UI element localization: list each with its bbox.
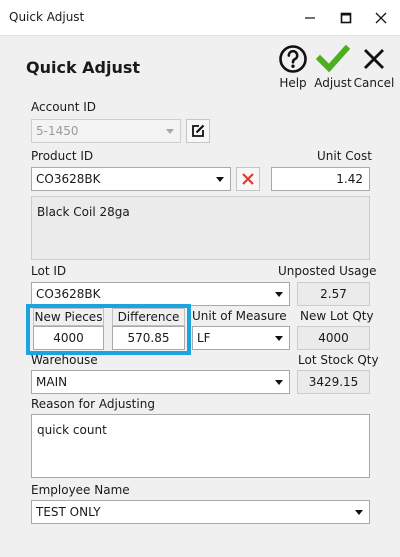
chevron-down-icon (275, 336, 283, 341)
product-description-text: Black Coil 28ga (37, 205, 130, 219)
new-lot-qty-field: 4000 (297, 326, 370, 350)
new-pieces-value: 4000 (53, 331, 84, 345)
unit-cost-value: 1.42 (336, 172, 363, 186)
minimize-icon[interactable] (297, 5, 323, 31)
lot-stock-qty-field: 3429.15 (297, 370, 370, 394)
lot-stock-qty-value: 3429.15 (308, 375, 359, 389)
page-title: Quick Adjust (26, 58, 141, 77)
unit-of-measure-label: Unit of Measure (192, 309, 287, 323)
difference-value: 570.85 (127, 331, 170, 345)
chevron-down-icon (275, 380, 283, 385)
new-lot-qty-value: 4000 (318, 331, 349, 345)
product-id-select[interactable]: CO3628BK (31, 167, 231, 191)
close-window-icon[interactable] (368, 5, 394, 31)
checkmark-icon (316, 44, 350, 73)
account-id-select[interactable]: 5-1450 (31, 119, 181, 143)
title-bar: Quick Adjust (0, 0, 400, 36)
lot-stock-qty-label: Lot Stock Qty (298, 353, 379, 367)
difference-input[interactable]: 570.85 (112, 326, 185, 350)
warehouse-value: MAIN (36, 375, 68, 389)
window-title: Quick Adjust (9, 10, 85, 24)
new-pieces-input[interactable]: 4000 (33, 326, 104, 350)
adjust-label: Adjust (314, 76, 352, 90)
chevron-down-icon (355, 510, 363, 515)
close-icon (364, 49, 384, 69)
unposted-usage-field: 2.57 (297, 282, 370, 306)
lot-id-label: Lot ID (31, 264, 67, 278)
new-pieces-label: New Pieces (33, 308, 104, 326)
warehouse-label: Warehouse (31, 353, 98, 367)
reason-text: quick count (37, 423, 107, 437)
adjust-button[interactable]: Adjust (310, 44, 356, 90)
reason-textarea[interactable]: quick count (31, 414, 370, 478)
unposted-usage-label: Unposted Usage (278, 264, 377, 278)
cancel-button[interactable]: Cancel (351, 44, 397, 90)
product-id-label: Product ID (31, 149, 94, 163)
cancel-label: Cancel (353, 76, 395, 90)
warehouse-select[interactable]: MAIN (31, 370, 290, 394)
product-description: Black Coil 28ga (31, 196, 370, 260)
unit-of-measure-select[interactable]: LF (192, 326, 290, 350)
employee-name-label: Employee Name (31, 483, 130, 497)
help-icon (279, 45, 307, 73)
lot-id-select[interactable]: CO3628BK (31, 282, 290, 306)
difference-label: Difference (112, 308, 185, 326)
account-id-label: Account ID (31, 100, 97, 114)
edit-icon (192, 124, 205, 137)
lot-id-value: CO3628BK (36, 287, 101, 301)
employee-name-value: TEST ONLY (36, 505, 101, 519)
employee-name-select[interactable]: TEST ONLY (31, 500, 370, 524)
clear-icon (242, 173, 254, 185)
unit-of-measure-value: LF (197, 331, 211, 345)
account-id-value: 5-1450 (36, 124, 79, 138)
chevron-down-icon (166, 129, 174, 134)
product-id-value: CO3628BK (36, 172, 101, 186)
chevron-down-icon (275, 292, 283, 297)
new-lot-qty-label: New Lot Qty (300, 309, 374, 323)
unit-cost-label: Unit Cost (317, 149, 372, 163)
unposted-usage-value: 2.57 (320, 287, 347, 301)
maximize-icon[interactable] (333, 5, 359, 31)
chevron-down-icon (216, 177, 224, 182)
unit-cost-input[interactable]: 1.42 (271, 167, 370, 191)
reason-label: Reason for Adjusting (31, 397, 155, 411)
edit-account-button[interactable] (186, 119, 210, 143)
clear-product-button[interactable] (236, 167, 260, 191)
